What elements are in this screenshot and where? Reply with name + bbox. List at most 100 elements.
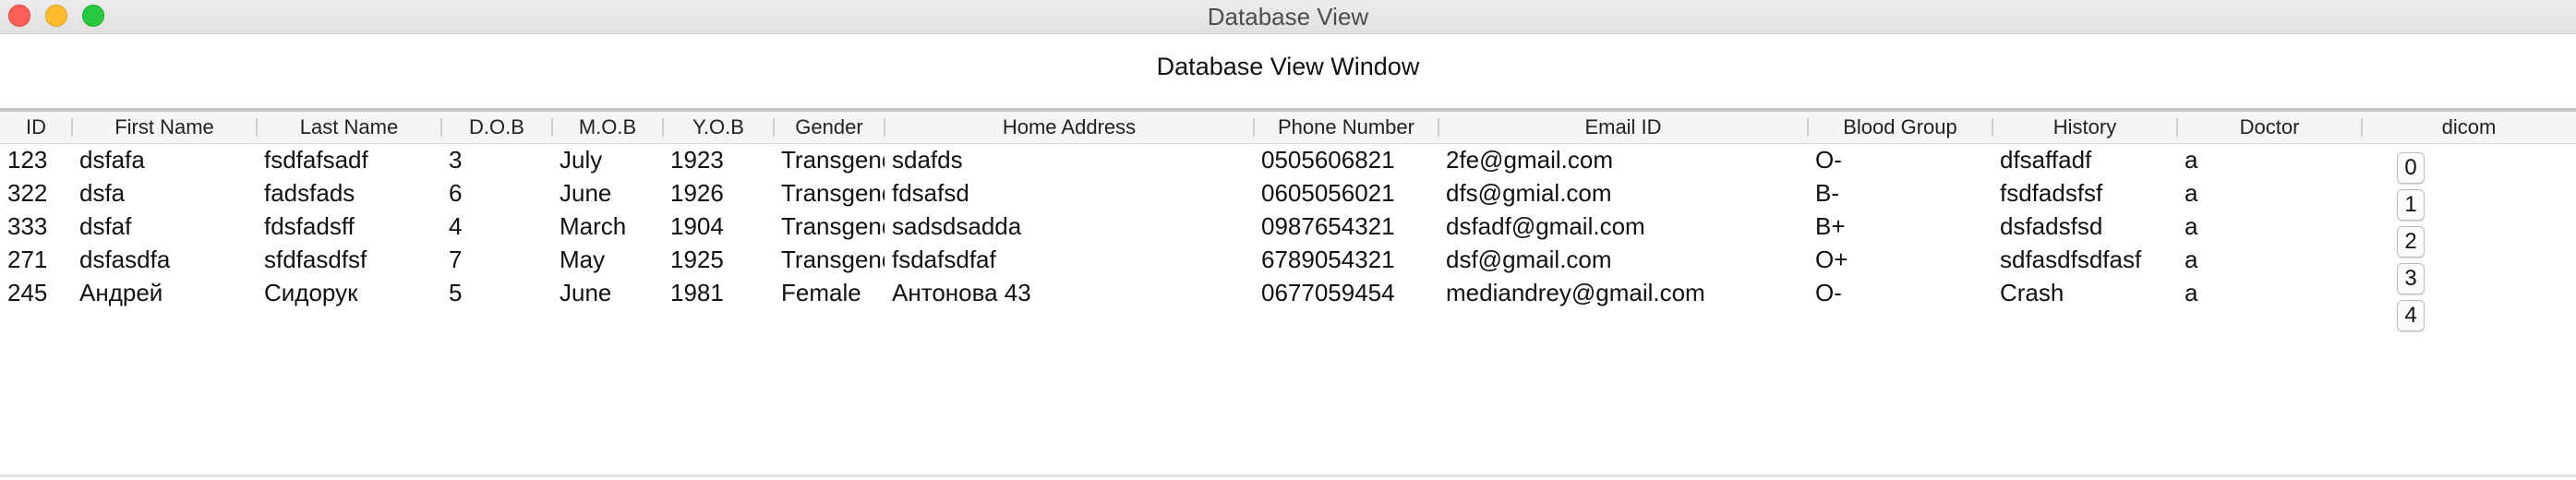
column-header-d-o-b[interactable]: D.O.B: [441, 112, 552, 143]
cell-id: 123: [7, 146, 48, 174]
cell-m-o-b: June: [560, 179, 612, 207]
column-resize-handle[interactable]: [551, 118, 553, 137]
cell-history: sdfasdfsdfasf: [2000, 246, 2142, 273]
cell-email-id: dsfadf@gmail.com: [1446, 212, 1645, 240]
cell-y-o-b: 1904: [670, 212, 724, 240]
cell-home-address: Антонова 43: [892, 279, 1031, 306]
cell-y-o-b: 1923: [670, 146, 724, 174]
cell-last-name: sfdfasdfsf: [264, 246, 367, 273]
table-row[interactable]: 322 dsfa fadsfads 6 June 1926 Transgenderfdsaf…: [0, 176, 2576, 210]
cell-phone-number: 0677059454: [1261, 279, 1395, 306]
column-resize-handle[interactable]: [884, 118, 885, 137]
table-row[interactable]: 123 dsfafa fsdfafsadf 3 July 1923 Transgenders…: [0, 143, 2576, 176]
column-header-first-name[interactable]: First Name: [72, 112, 257, 143]
column-resize-handle[interactable]: [71, 118, 73, 137]
column-resize-handle[interactable]: [1807, 118, 1809, 137]
cell-email-id: dfs@gmial.com: [1446, 179, 1612, 207]
column-header-blood-group[interactable]: Blood Group: [1808, 112, 1992, 143]
cell-gender: Transgender: [781, 246, 885, 273]
cell-phone-number: 6789054321: [1261, 246, 1395, 273]
column-header-y-o-b[interactable]: Y.O.B: [663, 112, 774, 143]
cell-blood-group: B-: [1815, 179, 1839, 207]
column-resize-handle[interactable]: [256, 118, 258, 137]
column-header-last-name[interactable]: Last Name: [257, 112, 441, 143]
cell-doctor: a: [2185, 212, 2198, 240]
cell-doctor: a: [2185, 179, 2198, 207]
column-header-dicom[interactable]: dicom: [2362, 112, 2576, 143]
cell-d-o-b: 5: [449, 279, 463, 306]
cell-y-o-b: 1981: [670, 279, 724, 306]
cell-last-name: Сидорук: [264, 279, 358, 306]
cell-email-id: dsf@gmail.com: [1446, 246, 1612, 273]
column-resize-handle[interactable]: [1253, 118, 1255, 137]
dicom-button[interactable]: 0: [2397, 152, 2425, 184]
cell-first-name: dsfa: [79, 179, 126, 207]
cell-y-o-b: 1925: [670, 246, 724, 273]
column-resize-handle[interactable]: [773, 118, 775, 137]
cell-d-o-b: 4: [449, 212, 463, 240]
cell-blood-group: O-: [1815, 279, 1842, 306]
cell-home-address: sdafds: [892, 146, 963, 174]
cell-gender: Transgender: [781, 212, 885, 240]
cell-m-o-b: June: [560, 279, 612, 306]
column-header-history[interactable]: History: [1992, 112, 2177, 143]
cell-m-o-b: March: [560, 212, 627, 240]
dicom-button[interactable]: 4: [2397, 300, 2425, 331]
cell-blood-group: O-: [1815, 146, 1842, 174]
dicom-button[interactable]: 2: [2397, 226, 2425, 258]
cell-doctor: a: [2185, 279, 2198, 306]
dicom-button[interactable]: 3: [2397, 263, 2425, 294]
cell-id: 322: [7, 179, 48, 207]
cell-doctor: a: [2185, 146, 2198, 174]
column-resize-handle[interactable]: [1438, 118, 1439, 137]
table-row[interactable]: 245 Андрей Сидорук 5 June 1981 Female Антонова …: [0, 276, 2576, 309]
dicom-button[interactable]: 1: [2397, 189, 2425, 221]
cell-gender: Female: [781, 279, 861, 306]
cell-id: 333: [7, 212, 48, 240]
table-row[interactable]: 271 dsfasdfa sfdfasdfsf 7 May 1925 Transgender…: [0, 243, 2576, 276]
cell-first-name: dsfaf: [79, 212, 132, 240]
column-header-email-id[interactable]: Email ID: [1438, 112, 1808, 143]
cell-email-id: mediandrey@gmail.com: [1446, 279, 1705, 306]
cell-last-name: fdsfadsff: [264, 212, 355, 240]
column-resize-handle[interactable]: [2361, 118, 2363, 137]
cell-home-address: fdsafsd: [892, 179, 969, 207]
cell-home-address: sadsdsadda: [892, 212, 1022, 240]
column-header-id[interactable]: ID: [0, 112, 72, 143]
cell-history: Crash: [2000, 279, 2064, 306]
cell-home-address: fsdafsdfaf: [892, 246, 996, 273]
cell-id: 245: [7, 279, 48, 306]
column-header-doctor[interactable]: Doctor: [2177, 112, 2362, 143]
column-resize-handle[interactable]: [440, 118, 442, 137]
cell-gender: Transgender: [781, 146, 885, 174]
column-header-home-address[interactable]: Home Address: [885, 112, 1254, 143]
column-resize-handle[interactable]: [1992, 118, 1993, 137]
column-resize-handle[interactable]: [662, 118, 664, 137]
cell-phone-number: 0987654321: [1261, 212, 1395, 240]
cell-d-o-b: 3: [449, 146, 463, 174]
cell-m-o-b: May: [560, 246, 606, 273]
cell-d-o-b: 7: [449, 246, 463, 273]
cell-y-o-b: 1926: [670, 179, 724, 207]
column-resize-handle[interactable]: [2176, 118, 2178, 137]
cell-email-id: 2fe@gmail.com: [1446, 146, 1614, 174]
cell-last-name: fsdfafsadf: [264, 146, 368, 174]
cell-blood-group: B+: [1815, 212, 1846, 240]
window-titlebar: Database View: [0, 0, 2576, 34]
column-header-gender[interactable]: Gender: [774, 112, 885, 143]
cell-history: dsfadsfsd: [2000, 212, 2103, 240]
cell-gender: Transgender: [781, 179, 885, 207]
cell-blood-group: O+: [1815, 246, 1848, 273]
cell-phone-number: 0505606821: [1261, 146, 1395, 174]
cell-first-name: dsfafa: [79, 146, 145, 174]
column-header-m-o-b[interactable]: M.O.B: [552, 112, 663, 143]
table-row[interactable]: 333 dsfaf fdsfadsff 4 March 1904 Transgendersa…: [0, 210, 2576, 243]
cell-history: dfsaffadf: [2000, 146, 2092, 174]
window-bottom-border: [0, 474, 2576, 477]
cell-last-name: fadsfads: [264, 179, 355, 207]
window-title: Database View: [1207, 3, 1369, 30]
page-title: Database View Window: [1156, 53, 1420, 80]
database-table: ID First Name Last Name D.O.B M.O.B Y.O.B Gend…: [0, 108, 2576, 479]
cell-m-o-b: July: [560, 146, 603, 174]
column-header-phone-number[interactable]: Phone Number: [1254, 112, 1438, 143]
